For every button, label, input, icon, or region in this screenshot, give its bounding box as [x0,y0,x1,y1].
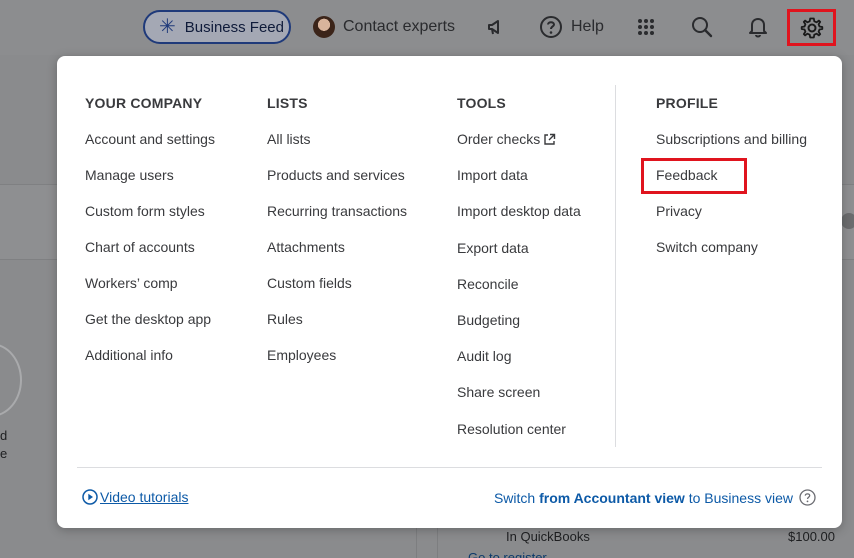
menu-item-reconcile[interactable]: Reconcile [457,276,581,312]
contact-experts-button[interactable]: Contact experts [313,13,455,41]
column-title: YOUR COMPANY [85,95,203,111]
menu-item-attachments[interactable]: Attachments [267,239,407,275]
menu-item-recurring-transactions[interactable]: Recurring transactions [267,203,407,239]
video-tutorials-label: Video tutorials [100,489,189,505]
contact-experts-label: Contact experts [343,18,456,35]
menu-item-resolution-center[interactable]: Resolution center [457,421,581,457]
menu-item-products-and-services[interactable]: Products and services [267,167,407,203]
menu-item-switch-company[interactable]: Switch company [656,239,807,275]
business-feed-button[interactable]: ✳ Business Feed [143,10,291,44]
go-to-register-link[interactable]: Go to register [468,550,547,558]
menu-item-import-data[interactable]: Import data [457,167,581,203]
menu-item-privacy[interactable]: Privacy [656,203,807,239]
settings-menu: YOUR COMPANY Account and settings Manage… [57,56,842,528]
menu-item-label: Order checks [457,131,541,147]
search-icon [692,17,713,38]
background-circle [0,343,22,417]
menu-item-chart-of-accounts[interactable]: Chart of accounts [85,239,215,275]
menu-item-manage-users[interactable]: Manage users [85,167,215,203]
help-label: Help [571,18,604,35]
menu-item-account-and-settings[interactable]: Account and settings [85,131,215,167]
switch-to-view: to Business view [688,489,793,506]
background-amount: $100.00 [788,529,835,544]
footer-divider [77,467,822,468]
menu-item-additional-info[interactable]: Additional info [85,347,215,383]
search-button[interactable] [687,12,717,42]
menu-item-order-checks[interactable]: Order checks [457,131,581,167]
menu-item-employees[interactable]: Employees [267,347,407,383]
bell-icon [749,18,767,38]
lists-column: LISTS All lists Products and services Re… [267,95,407,383]
avatar [313,16,335,38]
external-link-icon [544,133,556,145]
gear-icon [800,17,824,39]
menu-item-get-desktop-app[interactable]: Get the desktop app [85,311,215,347]
column-divider [615,85,616,447]
play-icon [82,489,98,505]
menu-item-budgeting[interactable]: Budgeting [457,312,581,348]
column-title: PROFILE [656,95,719,111]
menu-item-share-screen[interactable]: Share screen [457,384,581,420]
column-title: TOOLS [457,95,506,111]
menu-item-export-data[interactable]: Export data [457,240,581,276]
background-toggle [841,213,854,229]
megaphone-icon [488,20,499,35]
switch-prefix: Switch [493,489,536,506]
question-icon[interactable] [799,489,816,506]
business-feed-label: Business Feed [184,18,284,36]
menu-item-all-lists[interactable]: All lists [267,131,407,167]
your-company-column: YOUR COMPANY Account and settings Manage… [85,95,215,383]
menu-item-workers-comp[interactable]: Workers’ comp [85,275,215,311]
settings-button[interactable] [787,9,836,46]
business-feed-icon: ✳ [159,16,176,38]
switch-from-view: from Accountant view [539,489,685,506]
top-bar: ✳ Business Feed Contact experts Help [0,0,854,55]
background-text: e [0,446,8,461]
help-icon [540,16,562,38]
feedback-highlight [641,158,747,194]
menu-item-import-desktop-data[interactable]: Import desktop data [457,203,581,239]
help-button[interactable]: Help [539,13,604,41]
menu-item-custom-fields[interactable]: Custom fields [267,275,407,311]
menu-item-custom-form-styles[interactable]: Custom form styles [85,203,215,239]
announcements-button[interactable] [481,12,511,42]
switch-view-link[interactable]: Switch from Accountant view to Business … [494,489,816,506]
menu-item-rules[interactable]: Rules [267,311,407,347]
apps-grid-icon [638,19,654,35]
background-text: In QuickBooks [506,529,590,544]
video-tutorials-link[interactable]: Video tutorials [82,489,188,505]
menu-item-audit-log[interactable]: Audit log [457,348,581,384]
apps-button[interactable] [631,12,661,42]
background-text: d [0,428,8,443]
tools-column: TOOLS Order checks Import data Import de… [457,95,581,457]
column-title: LISTS [267,95,308,111]
notifications-button[interactable] [743,12,773,42]
